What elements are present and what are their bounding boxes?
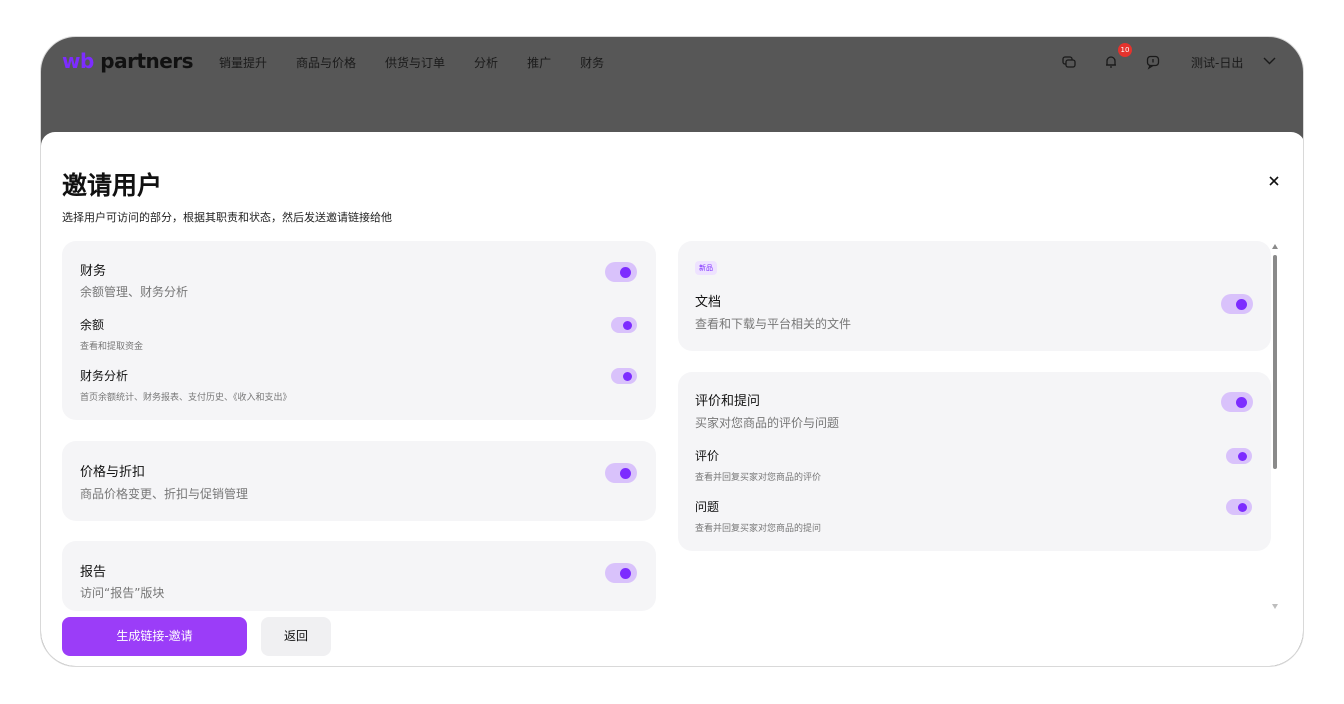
top-nav-bar: wb partners 销量提升 商品与价格 供货与订单 分析 推广 财务 10… bbox=[41, 37, 1303, 89]
chat-icon[interactable] bbox=[1061, 54, 1077, 70]
back-button[interactable]: 返回 bbox=[261, 617, 331, 656]
card-desc: 访问“报告”版块 bbox=[80, 586, 165, 600]
reviews-toggle[interactable] bbox=[1221, 392, 1253, 412]
scrollbar-thumb[interactable] bbox=[1273, 255, 1277, 469]
card-title: 报告 bbox=[80, 565, 107, 580]
modal-subtitle: 选择用户可访问的部分，根据其职责和状态，然后发送邀请链接给他 bbox=[62, 211, 392, 224]
card-title: 价格与折扣 bbox=[80, 465, 146, 480]
app-window: wb partners 销量提升 商品与价格 供货与订单 分析 推广 财务 10… bbox=[40, 36, 1304, 667]
price-toggle[interactable] bbox=[605, 463, 637, 483]
sub-desc-fin-analysis: 首页余额统计、财务报表、支付历史、《收入和支出》 bbox=[80, 393, 292, 403]
permission-card-finance: 财务 余额管理、财务分析 余额 查看和提取资金 财务分析 首页余额统计、财务报表… bbox=[62, 241, 656, 420]
wb-partners-logo[interactable]: wb partners bbox=[62, 49, 194, 73]
sub-desc-reviews: 查看并回复买家对您商品的评价 bbox=[695, 473, 822, 483]
nav-item-finance[interactable]: 财务 bbox=[580, 54, 604, 71]
permission-card-report: 报告 访问“报告”版块 bbox=[62, 541, 656, 611]
scroll-up-arrow-icon[interactable] bbox=[1272, 244, 1278, 249]
bell-icon[interactable] bbox=[1103, 54, 1119, 70]
toggle-knob bbox=[620, 266, 631, 278]
permission-card-price: 价格与折扣 商品价格变更、折扣与促销管理 bbox=[62, 441, 656, 521]
card-desc: 商品价格变更、折扣与促销管理 bbox=[80, 487, 249, 501]
permission-card-reviews: 评价和提问 买家对您商品的评价与问题 评价 查看并回复买家对您商品的评价 问题 … bbox=[678, 372, 1271, 551]
toggle-knob bbox=[1236, 396, 1247, 408]
notification-badge: 10 bbox=[1118, 43, 1132, 57]
balance-toggle[interactable] bbox=[611, 317, 637, 333]
finance-toggle[interactable] bbox=[605, 262, 637, 282]
report-toggle[interactable] bbox=[605, 563, 637, 583]
main-nav: 销量提升 商品与价格 供货与订单 分析 推广 财务 bbox=[219, 54, 633, 71]
nav-item-promotion[interactable]: 推广 bbox=[527, 54, 551, 71]
user-menu[interactable]: 测试-日出 bbox=[1191, 54, 1243, 71]
card-title: 评价和提问 bbox=[695, 394, 761, 409]
close-icon[interactable] bbox=[1265, 172, 1283, 190]
modal-title: 邀请用户 bbox=[62, 171, 163, 200]
logo-partners: partners bbox=[100, 49, 194, 73]
toggle-knob bbox=[623, 371, 632, 381]
support-icon[interactable] bbox=[1145, 54, 1161, 70]
logo-wb: wb bbox=[62, 49, 94, 73]
card-desc: 余额管理、财务分析 bbox=[80, 285, 189, 299]
nav-item-sales[interactable]: 销量提升 bbox=[219, 54, 267, 71]
toggle-knob bbox=[623, 320, 632, 330]
sub-title-reviews: 评价 bbox=[695, 449, 720, 463]
chevron-down-icon[interactable] bbox=[1263, 56, 1276, 66]
toggle-knob bbox=[1236, 298, 1247, 310]
toggle-knob bbox=[1238, 502, 1247, 512]
sub-questions-toggle[interactable] bbox=[1226, 499, 1252, 515]
fin-analysis-toggle[interactable] bbox=[611, 368, 637, 384]
nav-item-orders[interactable]: 供货与订单 bbox=[385, 54, 445, 71]
sub-reviews-toggle[interactable] bbox=[1226, 448, 1252, 464]
sub-title-questions: 问题 bbox=[695, 500, 720, 514]
card-desc: 查看和下载与平台相关的文件 bbox=[695, 317, 852, 331]
card-desc: 买家对您商品的评价与问题 bbox=[695, 416, 840, 430]
toggle-knob bbox=[1238, 451, 1247, 461]
nav-item-analytics[interactable]: 分析 bbox=[474, 54, 498, 71]
docs-toggle[interactable] bbox=[1221, 294, 1253, 314]
scroll-down-arrow-icon[interactable] bbox=[1272, 604, 1278, 609]
invite-user-modal: 邀请用户 选择用户可访问的部分，根据其职责和状态，然后发送邀请链接给他 财务 余… bbox=[41, 132, 1303, 666]
card-title: 文档 bbox=[695, 295, 722, 310]
sub-desc-balance: 查看和提取资金 bbox=[80, 342, 144, 352]
new-badge: 新品 bbox=[695, 261, 717, 275]
generate-invite-link-button[interactable]: 生成链接-邀请 bbox=[62, 617, 247, 656]
toggle-knob bbox=[620, 567, 631, 579]
card-title: 财务 bbox=[80, 264, 107, 279]
sub-desc-questions: 查看并回复买家对您商品的提问 bbox=[695, 524, 822, 534]
sub-title-fin-analysis: 财务分析 bbox=[80, 369, 129, 383]
permission-card-docs: 新品 文档 查看和下载与平台相关的文件 bbox=[678, 241, 1271, 351]
toggle-knob bbox=[620, 467, 631, 479]
sub-title-balance: 余额 bbox=[80, 318, 105, 332]
nav-item-products[interactable]: 商品与价格 bbox=[296, 54, 356, 71]
